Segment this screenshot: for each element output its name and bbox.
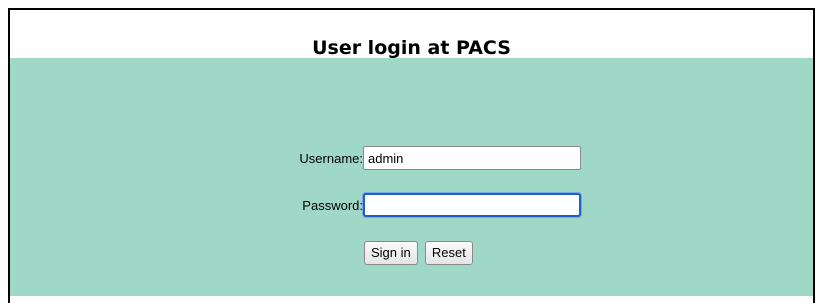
username-row: Username: <box>10 146 813 172</box>
sign-in-button[interactable]: Sign in <box>364 241 418 265</box>
password-label: Password: <box>302 198 363 213</box>
form-buttons: Sign in Reset <box>10 241 813 267</box>
reset-button[interactable]: Reset <box>424 241 473 265</box>
password-field[interactable] <box>363 193 581 217</box>
button-group: Sign in Reset <box>363 241 474 265</box>
login-panel: Username: Password: Sign in Reset <box>10 58 813 296</box>
username-label: Username: <box>299 151 363 166</box>
password-row: Password: <box>10 193 813 219</box>
username-field[interactable] <box>363 146 581 170</box>
login-frame: User login at PACS Username: Password: S… <box>8 8 815 303</box>
page-title: User login at PACS <box>312 37 511 59</box>
